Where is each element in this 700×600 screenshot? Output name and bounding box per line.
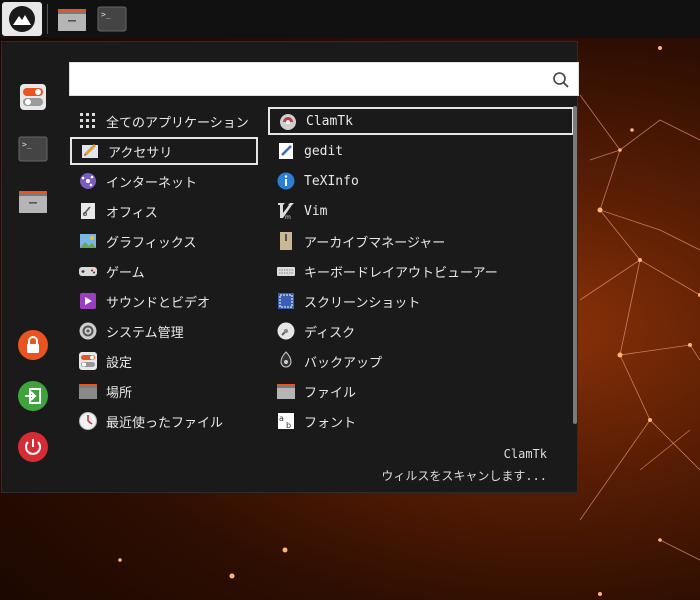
category-item-label: オフィス [106,205,158,221]
distro-logo-icon [9,6,35,32]
category-item-2[interactable]: インターネット [70,167,258,195]
category-item-1[interactable]: アクセサリ [70,137,258,165]
keyboard-icon [276,261,296,281]
app-item-0[interactable]: ClamTk [268,107,574,135]
category-item-label: 全てのアプリケーション [106,115,249,131]
disks-icon [276,321,296,341]
category-item-label: インターネット [106,175,198,191]
category-item-9[interactable]: 場所 [70,377,258,405]
category-item-label: 最近使ったファイル [106,415,224,431]
svg-text:>_: >_ [101,10,111,19]
app-item-7[interactable]: ディスク [268,317,574,345]
taskbar-files-button[interactable] [55,3,89,35]
texinfo-icon [276,171,296,191]
app-menu-button[interactable] [2,2,42,36]
places-folder-icon [78,381,98,401]
app-item-6[interactable]: スクリーンショット [268,287,574,315]
app-item-label: ディスク [304,325,356,341]
multimedia-icon [78,291,98,311]
category-item-3[interactable]: オフィス [70,197,258,225]
terminal-icon: >_ [97,6,127,32]
app-item-label: バックアップ [304,355,383,371]
application-menu: >_ 全てのアプリケーション アクセサリ インターネット オフィス グラフィック… [1,41,579,493]
games-icon [78,261,98,281]
category-item-label: 場所 [106,385,133,401]
gedit-icon [276,141,296,161]
category-item-8[interactable]: 設定 [70,347,258,375]
taskbar-separator [47,4,48,34]
category-item-label: システム管理 [106,325,184,341]
category-item-5[interactable]: ゲーム [70,257,258,285]
app-item-1[interactable]: gedit [268,137,574,165]
category-item-0[interactable]: 全てのアプリケーション [70,107,258,135]
office-icon [78,201,98,221]
category-item-7[interactable]: システム管理 [70,317,258,345]
taskbar: >_ [0,0,700,38]
svg-text:b: b [286,421,291,430]
selected-app-title: ClamTk [503,447,547,461]
clamtk-icon [278,111,298,131]
app-item-label: フォント [304,415,357,431]
app-item-label: gedit [304,143,344,159]
category-item-10[interactable]: 最近使ったファイル [70,407,258,435]
app-item-label: スクリーンショット [304,295,421,311]
app-item-10[interactable]: a b フォント [268,407,574,435]
system-icon [78,321,98,341]
taskbar-terminal-button[interactable]: >_ [95,3,129,35]
vim-icon: m [276,201,296,221]
settings-icon [78,351,98,371]
folder-icon [58,9,86,31]
category-item-label: 設定 [106,355,133,371]
category-item-label: ゲーム [106,265,145,281]
app-item-label: ClamTk [306,113,353,129]
internet-icon [78,171,98,191]
app-item-label: キーボードレイアウトビューアー [304,265,498,281]
fonts-icon: ab [276,411,296,431]
app-item-5[interactable]: キーボードレイアウトビューアー [268,257,574,285]
app-item-label: ファイル [304,385,357,401]
backup-icon [276,351,296,371]
selected-app-description: ウィルスをスキャンします... [381,469,547,483]
grid-icon [78,111,98,131]
app-item-9[interactable]: ファイル [268,377,574,405]
category-item-label: サウンドとビデオ [106,295,211,311]
app-item-8[interactable]: バックアップ [268,347,574,375]
files-icon [276,381,296,401]
archive-manager-icon [276,231,296,251]
category-item-6[interactable]: サウンドとビデオ [70,287,258,315]
menu-list-area: 全てのアプリケーション アクセサリインターネット オフィスグラフィックス ゲームサウン… [2,42,579,446]
category-item-label: グラフィックス [106,235,197,251]
recent-files-icon [78,411,98,431]
accessories-icon [80,141,100,161]
category-item-label: アクセサリ [108,145,173,161]
app-item-4[interactable]: アーカイブマネージャー [268,227,574,255]
app-list-scrollbar[interactable] [573,106,577,424]
screenshot-icon [276,291,296,311]
app-item-label: アーカイブマネージャー [304,235,446,251]
svg-text:m: m [285,214,291,221]
graphics-icon [78,231,98,251]
app-item-3[interactable]: m Vim [268,197,574,225]
app-item-2[interactable]: TeXInfo [268,167,574,195]
svg-text:a: a [279,414,284,423]
category-item-4[interactable]: グラフィックス [70,227,258,255]
app-item-label: TeXInfo [304,173,359,189]
app-item-label: Vim [304,203,328,219]
